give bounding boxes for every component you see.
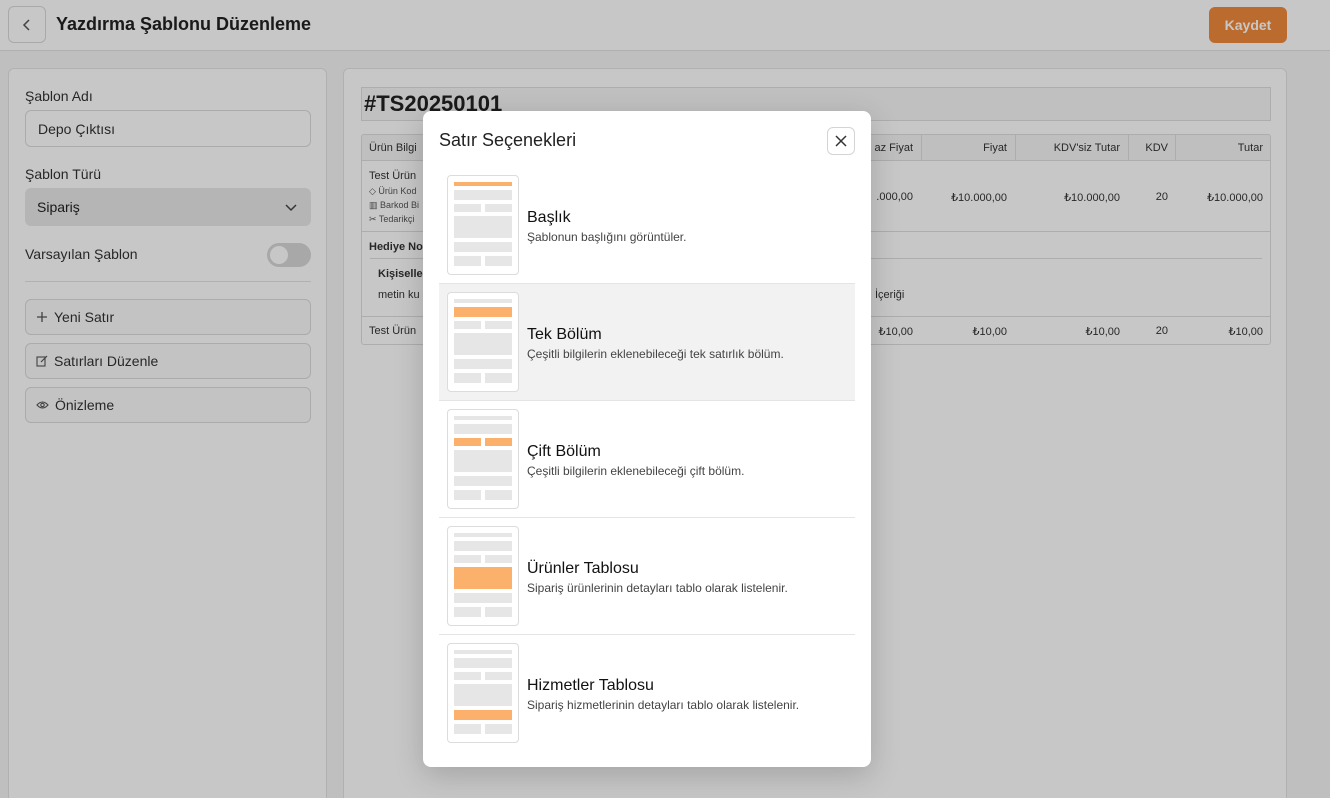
services-table-thumbnail — [447, 643, 519, 743]
option-title: Ürünler Tablosu — [527, 560, 639, 577]
option-single-section[interactable]: Tek Bölüm Çeşitli bilgilerin eklenebilec… — [439, 284, 855, 401]
header-thumbnail — [447, 175, 519, 275]
option-description: Sipariş hizmetlerinin detayları tablo ol… — [527, 698, 800, 712]
products-table-thumbnail — [447, 526, 519, 626]
single-section-thumbnail — [447, 292, 519, 392]
option-description: Şablonun başlığını görüntüler. — [527, 230, 687, 244]
close-button[interactable] — [827, 127, 855, 155]
option-title: Başlık — [527, 209, 571, 226]
option-double-section[interactable]: Çift Bölüm Çeşitli bilgilerin eklenebile… — [439, 401, 855, 518]
modal-title: Satır Seçenekleri — [439, 130, 577, 150]
option-description: Çeşitli bilgilerin eklenebileceği çift b… — [527, 464, 745, 478]
row-options-modal: Satır Seçenekleri Başlık Şablonun başlığ… — [423, 111, 871, 767]
option-description: Çeşitli bilgilerin eklenebileceği tek sa… — [527, 347, 784, 361]
option-title: Hizmetler Tablosu — [527, 677, 654, 694]
option-products-table[interactable]: Ürünler Tablosu Sipariş ürünlerinin deta… — [439, 518, 855, 635]
option-header[interactable]: Başlık Şablonun başlığını görüntüler. — [439, 167, 855, 284]
option-title: Çift Bölüm — [527, 443, 601, 460]
close-icon — [835, 135, 847, 147]
option-services-table[interactable]: Hizmetler Tablosu Sipariş hizmetlerinin … — [439, 635, 855, 752]
double-section-thumbnail — [447, 409, 519, 509]
option-description: Sipariş ürünlerinin detayları tablo olar… — [527, 581, 788, 595]
option-title: Tek Bölüm — [527, 326, 602, 343]
